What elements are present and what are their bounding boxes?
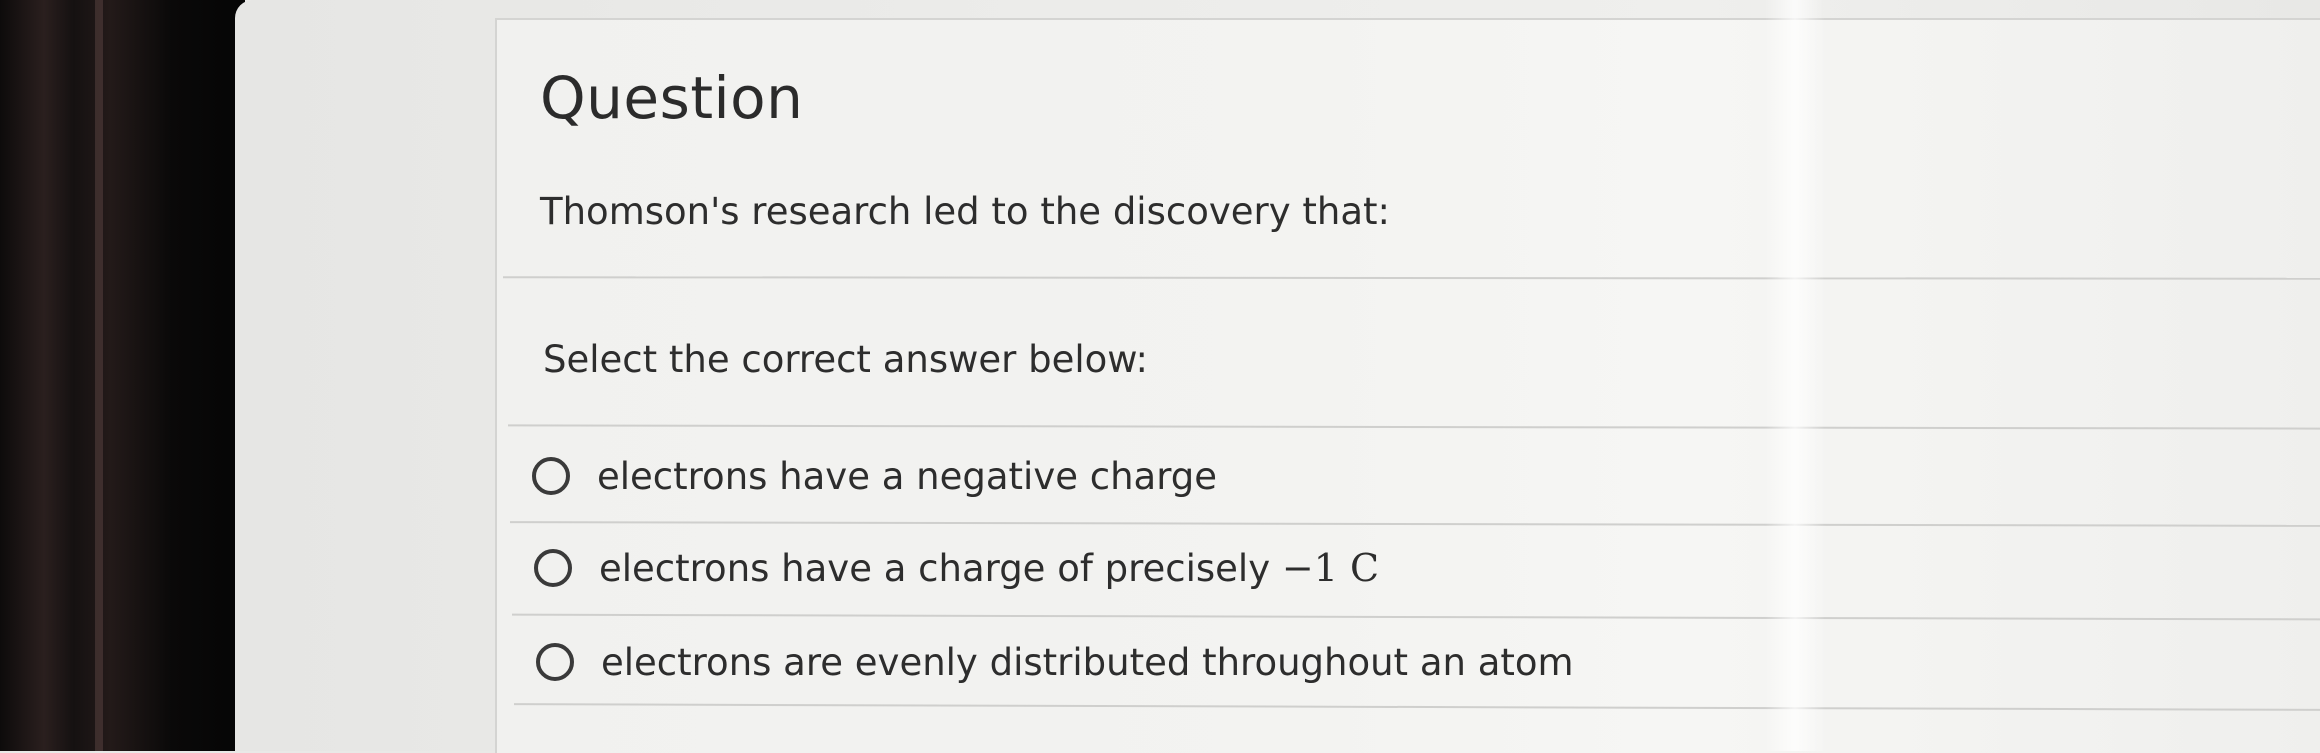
answer-option-3[interactable]: electrons are evenly distributed through… (536, 622, 1574, 702)
answer-option-label: electrons have a negative charge (597, 454, 1218, 498)
answer-option-text: electrons have a charge of precisely (599, 547, 1282, 590)
answer-option-2[interactable]: electrons have a charge of precisely −1 … (534, 528, 1379, 608)
charge-value: −1 C (1281, 546, 1380, 590)
question-title: Question (540, 64, 804, 132)
radio-button-3[interactable] (536, 643, 574, 681)
answer-prompt: Select the correct answer below: (543, 338, 1148, 381)
answer-option-label: electrons have a charge of precisely −1 … (599, 546, 1379, 590)
question-text: Thomson's research led to the discovery … (540, 190, 1390, 233)
monitor-bezel (0, 0, 245, 751)
answer-option-1[interactable]: electrons have a negative charge (532, 436, 1217, 516)
radio-button-1[interactable] (532, 457, 570, 495)
radio-button-2[interactable] (534, 549, 572, 587)
answer-option-label: electrons are evenly distributed through… (601, 640, 1574, 684)
